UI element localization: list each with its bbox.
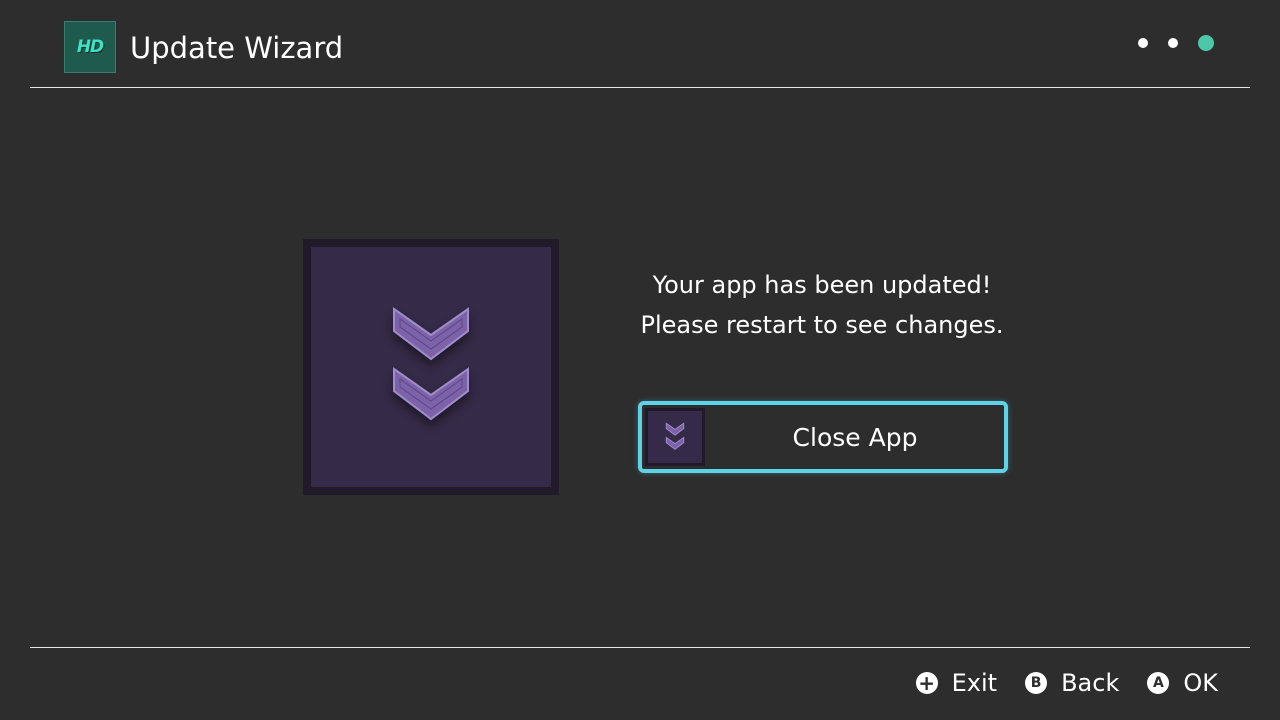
b-button-icon: B (1025, 672, 1048, 694)
footer-controls: + Exit B Back A OK (915, 666, 1218, 700)
step-dot-2 (1168, 38, 1178, 48)
header: HD Update Wizard (0, 0, 1280, 88)
update-message: Your app has been updated! Please restar… (622, 265, 1022, 345)
update-illustration-tile (311, 247, 551, 487)
step-dot-3-active (1198, 35, 1214, 51)
step-indicator (1138, 35, 1214, 51)
app-logo: HD (64, 21, 116, 73)
update-illustration (303, 239, 559, 495)
a-button-icon: A (1147, 672, 1170, 694)
footer-divider (30, 647, 1250, 648)
message-line-2: Please restart to see changes. (640, 311, 1004, 339)
step-dot-1 (1138, 38, 1148, 48)
plus-button-icon: + (915, 672, 938, 694)
close-app-thumbnail (645, 408, 705, 466)
double-chevron-down-icon (665, 422, 685, 450)
ok-control[interactable]: A OK (1147, 669, 1218, 697)
double-chevron-down-icon (393, 307, 469, 421)
header-divider (30, 87, 1250, 88)
back-control[interactable]: B Back (1025, 669, 1119, 697)
message-line-1: Your app has been updated! (652, 271, 992, 299)
update-wizard-screen: HD Update Wizard Your app has been updat… (0, 0, 1280, 720)
back-label: Back (1061, 669, 1120, 697)
app-logo-text: HD (76, 37, 104, 57)
close-app-label: Close App (792, 422, 918, 452)
ok-label: OK (1183, 669, 1218, 697)
close-app-button[interactable]: Close App (638, 401, 1008, 473)
exit-control[interactable]: + Exit (915, 669, 998, 697)
exit-label: Exit (951, 669, 998, 697)
page-title: Update Wizard (130, 31, 344, 65)
